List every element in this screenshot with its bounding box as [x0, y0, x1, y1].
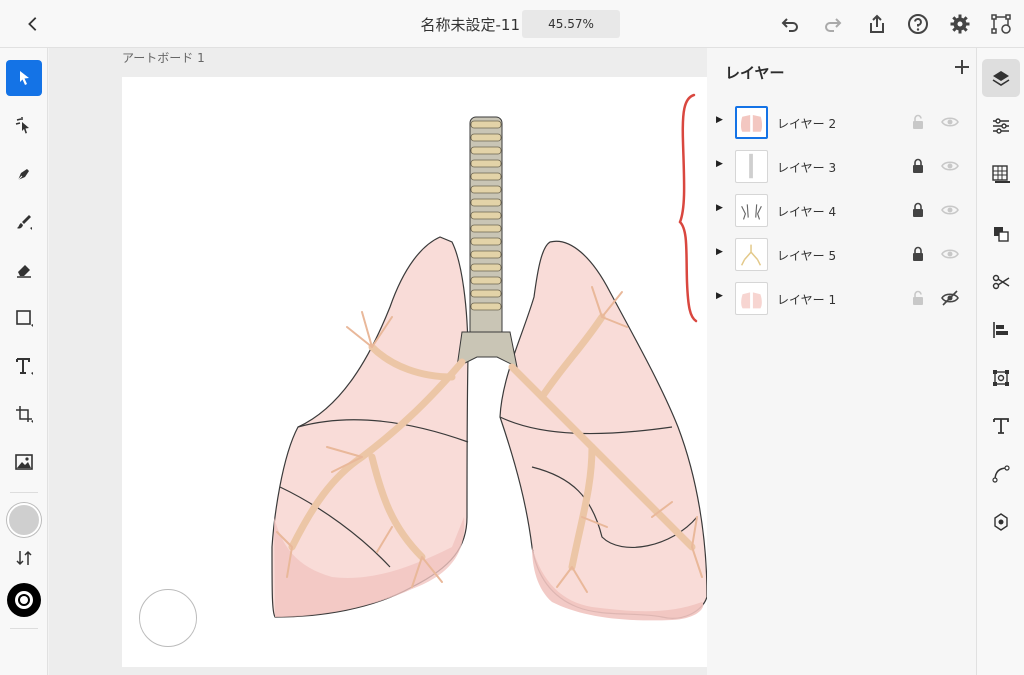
left-toolbar	[0, 48, 48, 675]
align-left-icon	[993, 322, 1008, 338]
grid-ruler-icon	[992, 165, 1010, 183]
lock-closed-icon[interactable]	[910, 158, 926, 174]
cut-tool-button[interactable]	[982, 263, 1020, 301]
arrange-icon	[994, 227, 1009, 242]
layers-panel: レイヤー ▶ レイヤー 2 ▶ レイヤー 3 ▶ レイヤー 4 ▶ レイヤー 5…	[707, 48, 976, 675]
layer-name[interactable]: レイヤー 1	[777, 291, 836, 308]
document-title[interactable]: 名称未設定-11	[400, 14, 520, 35]
path-preview-icon[interactable]	[990, 13, 1012, 35]
top-bar: 名称未設定-11 45.57%	[0, 0, 1024, 48]
fill-color-swatch[interactable]	[7, 503, 41, 537]
stroke-color-swatch[interactable]	[7, 583, 41, 617]
brush-icon	[17, 215, 32, 230]
direct-selection-tool[interactable]	[6, 108, 42, 144]
add-layer-plus-icon[interactable]	[953, 58, 971, 81]
undo-icon[interactable]	[779, 13, 801, 35]
settings-gear-icon[interactable]	[949, 13, 971, 35]
artboard-label[interactable]: アートボード 1	[122, 49, 205, 66]
lock-closed-icon[interactable]	[910, 246, 926, 262]
transform-icon	[993, 370, 1009, 386]
align-button[interactable]	[982, 311, 1020, 349]
shape-tool[interactable]	[6, 300, 42, 336]
properties-button[interactable]	[982, 107, 1020, 145]
expand-caret-icon[interactable]: ▶	[716, 203, 723, 213]
image-tool[interactable]	[6, 444, 42, 480]
eye-visible-icon[interactable]	[940, 157, 960, 175]
zoom-level[interactable]: 45.57%	[522, 10, 620, 38]
grid-button[interactable]	[982, 155, 1020, 193]
layers-panel-button[interactable]	[982, 59, 1020, 97]
brush-tool[interactable]	[6, 204, 42, 240]
layer-thumbnail	[735, 150, 768, 183]
artboard-tool[interactable]	[6, 396, 42, 432]
path-button[interactable]	[982, 455, 1020, 493]
layer-row[interactable]: ▶ レイヤー 3	[707, 145, 976, 189]
toolbar-divider	[10, 492, 38, 493]
eraser-icon	[17, 265, 31, 278]
expand-caret-icon[interactable]: ▶	[716, 159, 723, 169]
layer-row[interactable]: ▶ レイヤー 4	[707, 189, 976, 233]
plugins-button[interactable]	[982, 503, 1020, 541]
eye-hidden-icon[interactable]	[940, 289, 960, 307]
layer-thumbnail	[735, 238, 768, 271]
pen-nib-icon	[17, 169, 29, 181]
layers-stack-icon	[992, 71, 1010, 86]
expand-caret-icon[interactable]: ▶	[716, 247, 723, 257]
text-t-icon	[16, 358, 33, 375]
layer-row[interactable]: ▶ レイヤー 1	[707, 277, 976, 321]
help-icon[interactable]	[907, 13, 929, 35]
text-properties-button[interactable]	[982, 407, 1020, 445]
layer-row[interactable]: ▶ レイヤー 5	[707, 233, 976, 277]
image-icon	[15, 454, 33, 470]
toolbar-divider	[10, 628, 38, 629]
layer-thumbnail	[735, 282, 768, 315]
type-tool[interactable]	[6, 348, 42, 384]
redo-icon[interactable]	[822, 13, 844, 35]
lock-closed-icon[interactable]	[910, 202, 926, 218]
lock-open-icon[interactable]	[910, 290, 926, 306]
artboard-icon	[16, 406, 33, 423]
back-chevron-icon[interactable]	[22, 12, 44, 36]
arrow-pointer-icon	[20, 71, 29, 85]
touch-shortcut-button[interactable]	[139, 589, 197, 647]
rectangle-icon	[16, 310, 33, 327]
layer-name[interactable]: レイヤー 4	[777, 203, 836, 220]
lock-open-icon[interactable]	[910, 114, 926, 130]
eye-visible-icon[interactable]	[940, 245, 960, 263]
expand-caret-icon[interactable]: ▶	[716, 291, 723, 301]
layer-name[interactable]: レイヤー 3	[777, 159, 836, 176]
sliders-icon	[993, 118, 1009, 134]
layer-name[interactable]: レイヤー 5	[777, 247, 836, 264]
eraser-tool[interactable]	[6, 252, 42, 288]
layer-thumbnail	[735, 106, 768, 139]
expand-caret-icon[interactable]: ▶	[716, 115, 723, 125]
selection-tool[interactable]	[6, 60, 42, 96]
direct-select-icon	[15, 117, 29, 134]
share-icon[interactable]	[866, 13, 888, 35]
canvas-area[interactable]: アートボード 1	[49, 48, 708, 675]
right-rail	[976, 48, 1024, 675]
eye-visible-icon[interactable]	[940, 201, 960, 219]
bezier-path-icon	[992, 465, 1010, 483]
red-brace-annotation	[678, 93, 698, 323]
layer-row[interactable]: ▶ レイヤー 2	[707, 101, 976, 145]
transform-button[interactable]	[982, 359, 1020, 397]
text-properties-icon	[993, 418, 1009, 434]
artboard[interactable]	[122, 77, 708, 667]
eye-visible-icon[interactable]	[940, 113, 960, 131]
pen-tool[interactable]	[6, 156, 42, 192]
layers-panel-title: レイヤー	[725, 64, 785, 82]
scissors-icon	[992, 274, 1010, 290]
swap-colors-icon[interactable]	[14, 548, 34, 568]
layer-thumbnail	[735, 194, 768, 227]
plugin-icon	[994, 513, 1008, 531]
arrange-button[interactable]	[982, 215, 1020, 253]
lung-illustration[interactable]	[122, 77, 708, 667]
layer-name[interactable]: レイヤー 2	[777, 115, 836, 132]
